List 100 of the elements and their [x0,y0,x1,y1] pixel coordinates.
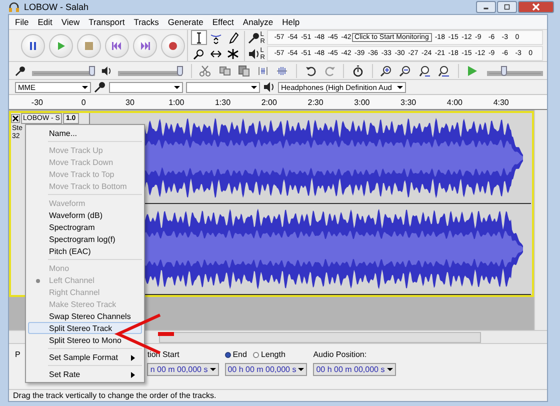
speaker-icon [248,48,260,60]
selection-start-field[interactable]: n 00 m 00,000 s [147,363,219,376]
ruler-label: -30 [30,98,44,106]
caret-icon [298,367,304,372]
menu-item[interactable]: Analyze [242,17,274,27]
selection-end-field[interactable]: 00 h 00 m 00,000 s [224,363,308,376]
trim-icon [257,64,270,76]
menu-item[interactable]: Tracks [134,17,159,27]
menu-item[interactable]: Set Sample Format [28,351,142,363]
menu-item[interactable]: View [61,17,80,27]
silence-icon [276,64,288,76]
caret-icon [386,367,393,372]
caret-icon [82,84,88,90]
pause-button[interactable] [21,34,45,58]
close-icon [12,115,19,122]
skip-to-start-icon [112,40,122,50]
radio-label: End [232,350,247,359]
fit-project-icon [438,64,450,76]
menu-item[interactable]: Waveform (dB) [28,209,142,221]
audio-position-field[interactable]: 00 h 00 m 00,000 s [313,363,396,376]
menu-item[interactable]: Edit [38,17,52,27]
close-icon [532,3,540,11]
menu-item[interactable]: Effect [212,17,234,27]
caret-icon [251,84,257,90]
menu-item[interactable]: Spectrogram [28,221,142,233]
timeline-ruler[interactable]: -30 0 30 1:00 1:30 2:00 2:30 3:00 3:30 4:00 4:30 [9,95,547,110]
envelope-icon [210,32,222,44]
ruler-label: 3:30 [400,98,418,106]
cut-icon [199,64,212,76]
recording-channels-dropdown[interactable] [186,82,260,92]
microphone-icon [248,32,260,44]
ruler-label: 0 [80,98,87,106]
menu-item[interactable]: File [15,17,29,27]
menu-item[interactable]: Generate [168,17,204,27]
input-volume-slider[interactable] [32,66,96,76]
menu-item[interactable]: Name... [28,127,142,139]
paste-icon [238,64,250,76]
menu-item[interactable]: Split Stereo Track [28,322,142,334]
ruler-label: 3:00 [353,98,371,106]
microphone-icon [94,81,106,93]
play-button[interactable] [49,34,73,58]
play-icon [56,40,66,50]
menu-item[interactable]: Split Stereo to Mono [28,334,142,346]
menu-item[interactable]: Pitch (EAC) [28,245,142,257]
project-rate-label: P [15,350,20,359]
status-text: Drag the track vertically to change the order of the tracks. [13,391,216,400]
menu-item[interactable]: Help [282,17,300,27]
stop-icon [84,40,94,50]
submenu-arrow-icon [131,355,135,361]
ruler-label: 30 [124,98,136,106]
time-shift-icon [210,48,222,60]
ruler-label: 1:00 [168,98,186,106]
pencil-icon [227,32,240,44]
speaker-icon [263,81,275,93]
submenu-arrow-icon [131,372,135,378]
maximize-button[interactable] [497,1,517,13]
microphone-icon [15,64,26,76]
caret-icon [210,367,216,372]
caret-icon [174,84,180,90]
zoom-icon [193,48,206,60]
vertical-scrollbar[interactable] [534,110,547,330]
menu-item[interactable]: Spectrogram log(f) [28,233,142,245]
timer-icon [352,64,364,76]
menu-item[interactable]: Swap Stereo Channels [28,310,142,322]
skip-to-end-icon [140,40,150,50]
output-volume-slider[interactable] [118,66,182,76]
ruler-label: 4:30 [492,98,510,106]
record-icon [168,40,178,50]
zoom-out-icon [399,64,412,76]
skip-to-start-button[interactable] [105,34,129,58]
selection-tool[interactable] [191,30,208,45]
ruler-label: 1:30 [214,98,232,106]
copy-icon [218,64,231,76]
stop-button[interactable] [77,34,101,58]
speed-slider[interactable] [486,66,543,76]
fit-selection-icon [418,64,431,76]
skip-to-end-button[interactable] [133,34,157,58]
caret-icon [397,84,403,90]
menu-item[interactable]: Set Rate [28,368,142,380]
audio-position-label: Audio Position: [313,350,368,359]
radio-label: Length [260,350,286,359]
multi-icon [227,48,240,60]
headphones-icon [8,1,20,13]
ruler-label: 2:30 [306,98,324,106]
menu-item[interactable]: Transport [88,17,125,27]
ruler-label: 2:00 [260,98,278,106]
record-button[interactable] [161,34,185,58]
ruler-label: 4:00 [446,98,464,106]
pause-icon [28,40,38,50]
radio-button[interactable]: Length [252,350,286,359]
close-button[interactable] [518,1,554,13]
undo-icon [304,64,317,76]
redo-icon [324,64,336,76]
recording-device-dropdown[interactable] [109,82,183,92]
window-title: LOBOW - Salah [24,2,89,12]
play-at-speed-icon [466,64,478,76]
radio-button[interactable]: End [224,350,247,359]
speaker-icon [101,64,112,76]
zoom-in-icon [380,64,392,76]
maximize-icon [504,3,510,11]
